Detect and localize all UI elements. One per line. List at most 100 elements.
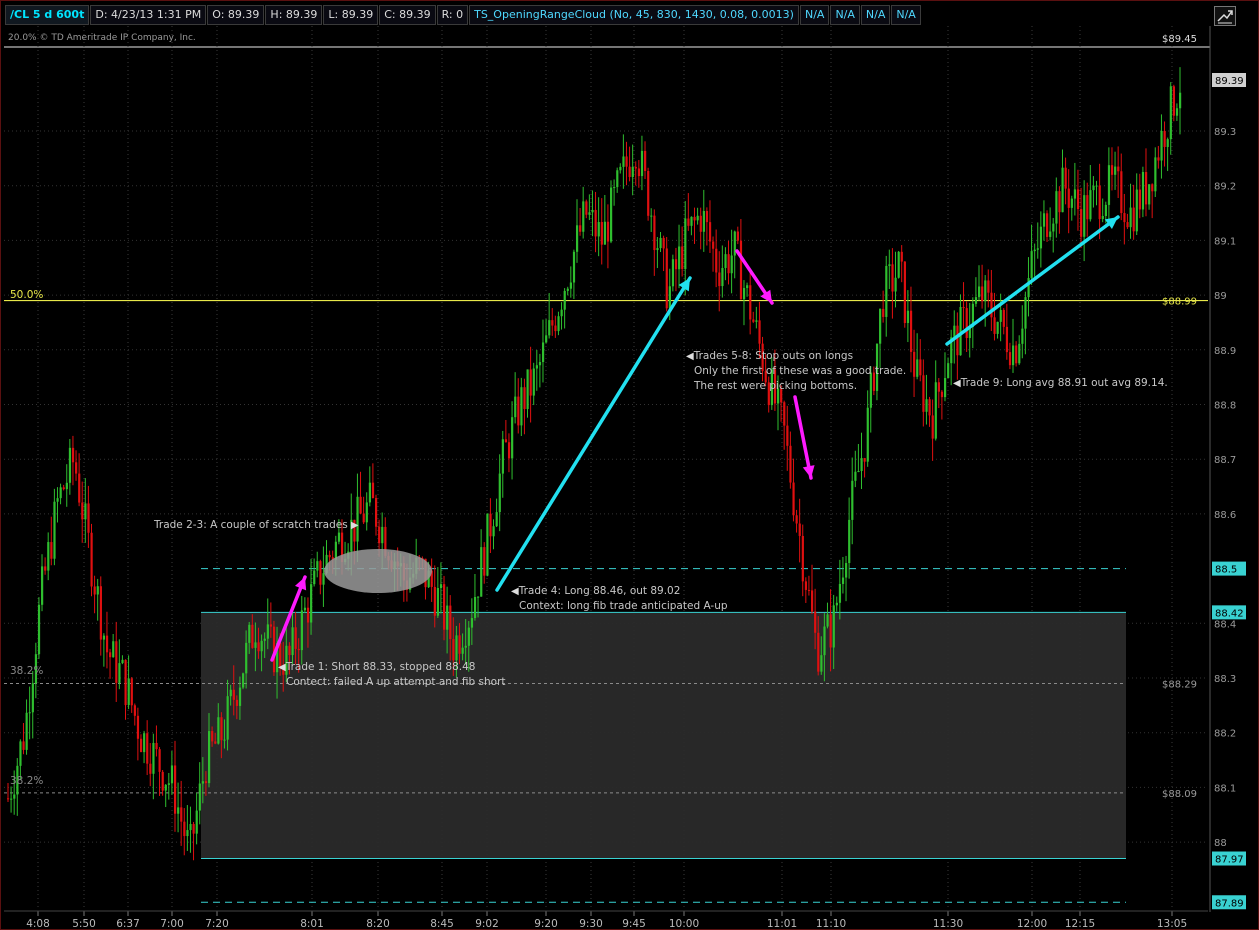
- candle-body: [1123, 213, 1126, 223]
- candle-body: [1175, 108, 1179, 116]
- candle-body: [928, 399, 931, 416]
- copyright-owner: © TD Ameritrade IP Company, Inc.: [39, 33, 196, 43]
- candle-body: [838, 583, 842, 603]
- candle-body: [746, 285, 749, 289]
- candle-body: [863, 458, 866, 462]
- price-tick-label: 88.8: [1214, 401, 1236, 412]
- candle-body: [473, 597, 477, 619]
- candle-body: [588, 212, 591, 215]
- top-price-label: $89.45: [1162, 34, 1197, 45]
- candle-body: [736, 231, 739, 241]
- candle-body: [498, 473, 501, 513]
- candle-body: [582, 201, 585, 232]
- candle-body: [913, 351, 916, 377]
- candle-body: [260, 640, 263, 652]
- candle-body: [121, 659, 124, 664]
- candle-body: [266, 624, 269, 639]
- candle-body: [999, 309, 1002, 322]
- candle-body: [501, 439, 504, 474]
- price-tick-label: 89: [1214, 291, 1227, 302]
- price-tick-label: 89.2: [1214, 182, 1236, 193]
- candle-body: [189, 824, 192, 831]
- candle-body: [1129, 207, 1132, 228]
- candle-body: [368, 482, 372, 503]
- candle-body: [712, 241, 715, 249]
- candle-body: [974, 297, 978, 304]
- arrow-shaft: [793, 395, 813, 480]
- candle-body: [44, 566, 47, 571]
- time-tick-label: 8:01: [300, 918, 324, 930]
- arrow-shaft: [495, 276, 692, 592]
- candle-body: [909, 310, 913, 352]
- candle-body: [467, 627, 470, 646]
- time-tick-label: 6:37: [116, 918, 140, 930]
- trade1-note: ◀Trade 1: Short 88.33, stopped 88.48 Con…: [278, 660, 506, 690]
- candle-body: [1052, 223, 1055, 232]
- pointer-right-icon: ▶: [347, 520, 359, 531]
- candle-body: [1157, 157, 1160, 161]
- candle-body: [906, 310, 910, 324]
- candle-body: [328, 554, 331, 558]
- candle-body: [798, 523, 801, 536]
- candle-body: [684, 218, 687, 269]
- candle-body: [656, 248, 659, 251]
- candle-body: [866, 407, 869, 462]
- candle-body: [319, 561, 322, 585]
- candle-body: [489, 513, 492, 537]
- candle-body: [433, 586, 436, 616]
- price-axis: 89.3 89.2 89.1 89 88.9 88.8 88.7 88.6 88.4 88.3 88…: [1162, 34, 1246, 910]
- candle-body: [378, 526, 381, 544]
- candle-body: [1151, 184, 1154, 192]
- candle-body: [962, 306, 965, 309]
- candle-body: [832, 605, 835, 648]
- candle-body: [943, 378, 947, 398]
- time-tick-label: 9:45: [622, 918, 646, 930]
- candle-body: [637, 168, 641, 177]
- candle-body: [198, 783, 201, 811]
- candle-body: [730, 255, 733, 274]
- candle-body: [248, 624, 251, 643]
- price-tick-label: 88.4: [1214, 619, 1236, 630]
- candle-body: [752, 319, 755, 322]
- candle-body: [124, 659, 127, 706]
- candle-body: [835, 602, 838, 606]
- candle-body: [891, 264, 894, 292]
- time-tick-label: 7:20: [205, 918, 229, 930]
- candle-body: [934, 382, 937, 439]
- copyright-text: 20.0% © TD Ameritrade IP Company, Inc.: [8, 31, 196, 46]
- candle-body: [1101, 216, 1104, 220]
- candle-body: [1095, 185, 1098, 187]
- fib50-price-label: $88.99: [1162, 297, 1197, 308]
- range-ext-low-label: 87.89: [1212, 895, 1246, 910]
- candle-body: [1107, 165, 1111, 205]
- candle-body: [75, 462, 78, 474]
- candle-body: [662, 237, 665, 249]
- candle-body: [238, 687, 242, 706]
- candle-body: [483, 547, 486, 576]
- candle-body: [619, 166, 622, 171]
- candle-body: [965, 308, 968, 338]
- candle-body: [674, 259, 678, 270]
- candle-body: [477, 596, 480, 598]
- price-chart[interactable]: 89.3 89.2 89.1 89 88.9 88.8 88.7 88.6 88.4 88.3 88…: [0, 0, 1259, 930]
- candle-body: [446, 605, 449, 630]
- candle-body: [127, 678, 130, 706]
- candle-body: [900, 251, 903, 262]
- candle-body: [987, 280, 990, 293]
- candle-body: [529, 369, 532, 396]
- candle-body: [1098, 185, 1101, 220]
- candle-body: [625, 156, 628, 167]
- candle-body: [1008, 352, 1012, 366]
- trade9-arrow: [945, 215, 1120, 346]
- candle-body: [155, 742, 158, 750]
- candle-body: [541, 342, 545, 363]
- candle-body: [511, 417, 514, 459]
- candle-body: [1114, 166, 1117, 175]
- candle-body: [93, 586, 96, 595]
- candle-body: [1015, 345, 1018, 364]
- price-label-text: 87.97: [1215, 855, 1244, 866]
- candle-body: [164, 784, 167, 791]
- candle-body: [31, 683, 34, 713]
- candle-body: [879, 308, 882, 344]
- candle-body: [1104, 204, 1107, 217]
